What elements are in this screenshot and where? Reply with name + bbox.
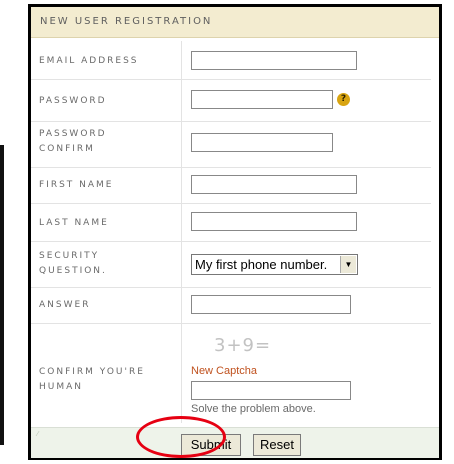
- password-confirm-label-cell: PASSWORD CONFIRM: [31, 121, 182, 167]
- password-input[interactable]: [191, 90, 333, 109]
- left-border-strip: [0, 145, 4, 445]
- button-row: ⁄ Submit Reset: [31, 427, 439, 458]
- first-name-row: FIRST NAME: [31, 167, 431, 204]
- captcha-hint: Solve the problem above.: [191, 403, 316, 415]
- captcha-label-line1: CONFIRM YOU'RE: [39, 367, 145, 377]
- captcha-label-line2: HUMAN: [39, 382, 84, 392]
- password-row: PASSWORD ?: [31, 79, 431, 122]
- first-name-input[interactable]: [191, 175, 357, 194]
- password-confirm-label-line1: PASSWORD: [39, 129, 107, 139]
- last-name-input[interactable]: [191, 212, 357, 231]
- security-question-label-cell: SECURITY QUESTION.: [31, 241, 182, 287]
- password-label-cell: PASSWORD: [31, 79, 182, 121]
- security-question-label-line2: QUESTION.: [39, 266, 107, 276]
- password-confirm-input[interactable]: [191, 133, 333, 152]
- form-header: NEW USER REGISTRATION: [31, 7, 439, 38]
- security-question-row: SECURITY QUESTION. My first phone number…: [31, 241, 431, 288]
- reset-button[interactable]: Reset: [253, 434, 301, 456]
- last-name-label-cell: LAST NAME: [31, 203, 182, 241]
- email-label-cell: EMAIL ADDRESS: [31, 41, 182, 79]
- security-question-selected: My first phone number.: [195, 257, 328, 272]
- resize-grip-icon: ⁄: [37, 430, 39, 438]
- chevron-down-icon[interactable]: ▼: [340, 256, 356, 273]
- security-question-select[interactable]: My first phone number. ▼: [191, 254, 358, 275]
- email-label: EMAIL ADDRESS: [39, 56, 139, 66]
- form-title: NEW USER REGISTRATION: [40, 16, 213, 27]
- first-name-label: FIRST NAME: [39, 180, 114, 190]
- captcha-label-cell: CONFIRM YOU'RE HUMAN: [31, 323, 182, 423]
- submit-button[interactable]: Submit: [181, 434, 241, 456]
- captcha-input[interactable]: [191, 381, 351, 400]
- first-name-label-cell: FIRST NAME: [31, 167, 182, 203]
- captcha-row: CONFIRM YOU'RE HUMAN 3+9= New Captcha So…: [31, 323, 431, 423]
- email-input[interactable]: [191, 51, 357, 70]
- security-question-label-line1: SECURITY: [39, 251, 100, 261]
- captcha-image: 3+9=: [214, 335, 272, 356]
- email-row: EMAIL ADDRESS: [31, 41, 431, 80]
- answer-label-cell: ANSWER: [31, 287, 182, 323]
- last-name-row: LAST NAME: [31, 203, 431, 242]
- registration-form: NEW USER REGISTRATION EMAIL ADDRESS PASS…: [28, 4, 442, 460]
- help-question-icon[interactable]: ?: [337, 93, 350, 106]
- last-name-label: LAST NAME: [39, 218, 109, 228]
- new-captcha-link[interactable]: New Captcha: [191, 365, 257, 377]
- password-confirm-label-line2: CONFIRM: [39, 144, 95, 154]
- answer-input[interactable]: [191, 295, 351, 314]
- answer-label: ANSWER: [39, 300, 91, 310]
- password-confirm-row: PASSWORD CONFIRM: [31, 121, 431, 168]
- password-label: PASSWORD: [39, 96, 107, 106]
- answer-row: ANSWER: [31, 287, 431, 324]
